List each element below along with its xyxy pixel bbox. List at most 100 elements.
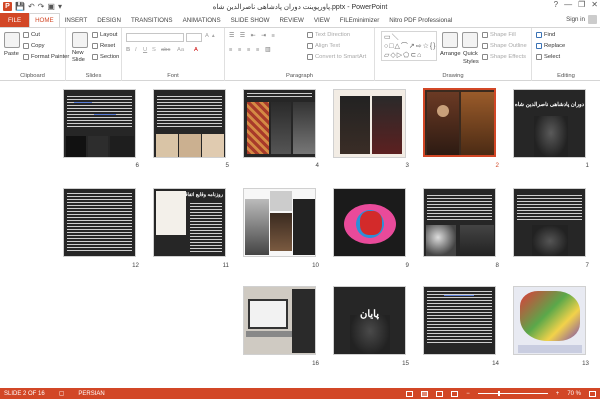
restore-icon[interactable]: ❐ (578, 0, 585, 9)
slide-number: 14 (492, 360, 499, 367)
slide-thumbnail[interactable] (513, 188, 586, 257)
zoom-slider-thumb[interactable] (497, 391, 500, 396)
customize-toolbar-icon[interactable]: ▾ (58, 2, 62, 11)
slide-thumbnail[interactable]: دوران پادشاهی ناصرالدین شاه (513, 89, 586, 158)
slide-title-text: پایان (359, 309, 379, 320)
quick-styles-button[interactable]: Quick (463, 51, 478, 57)
slide-number: 3 (405, 162, 409, 169)
photo-image (270, 191, 292, 211)
tab-review[interactable]: REVIEW (274, 13, 308, 27)
zoom-in-button[interactable]: + (556, 391, 560, 397)
new-slide-label-2[interactable]: Slide (72, 57, 85, 63)
start-presentation-icon[interactable]: ▣ (47, 2, 55, 11)
save-icon[interactable]: 💾 (15, 2, 25, 11)
slide-thumbnail[interactable] (243, 89, 316, 158)
font-size-field[interactable] (186, 33, 202, 42)
text-direction-button[interactable]: Text Direction (307, 32, 350, 38)
tab-insert[interactable]: INSERT (60, 13, 93, 27)
fit-slide-icon[interactable] (589, 390, 596, 397)
slide-thumbnail[interactable]: پایان (333, 286, 406, 355)
font-group: A ▲ B I U S abc Aa A Font (122, 28, 225, 81)
language-indicator[interactable]: PERSIAN (78, 391, 104, 397)
tab-slide-show[interactable]: SLIDE SHOW (226, 13, 275, 27)
portrait-image (532, 225, 568, 256)
tab-view[interactable]: VIEW (309, 13, 335, 27)
new-slide-button[interactable]: New (72, 50, 84, 56)
slide-thumbnail[interactable] (63, 89, 136, 158)
photo-image (88, 136, 108, 157)
font-name-field[interactable] (126, 33, 184, 42)
slide-show-view-icon[interactable] (451, 390, 459, 397)
layout-button[interactable]: Layout (92, 32, 117, 38)
format-painter-button[interactable]: Format Painter (23, 54, 69, 60)
minimize-icon[interactable]: — (564, 0, 572, 9)
slide-thumbnail[interactable] (333, 89, 406, 158)
underline-button[interactable]: U (143, 47, 147, 53)
convert-smartart-button[interactable]: Convert to SmartArt (307, 54, 366, 60)
strikethrough-button[interactable]: S (152, 47, 156, 53)
slide-thumbnail[interactable] (153, 89, 226, 158)
copy-button[interactable]: Copy (23, 43, 45, 49)
new-slide-icon[interactable] (72, 32, 88, 48)
tab-animations[interactable]: ANIMATIONS (178, 13, 226, 27)
shape-fill-button[interactable]: Shape Fill (482, 32, 516, 38)
undo-icon[interactable]: ↶ (28, 2, 35, 11)
align-text-button[interactable]: Align Text (307, 43, 340, 49)
tab-design[interactable]: DESIGN (92, 13, 126, 27)
slide-thumbnail-selected[interactable] (423, 88, 496, 157)
zoom-slider[interactable] (477, 391, 548, 396)
font-color-icon[interactable]: A (194, 47, 198, 53)
slide-thumbnail[interactable] (423, 188, 496, 257)
zoom-out-button[interactable]: − (466, 391, 470, 397)
slide-thumbnail[interactable] (513, 286, 586, 355)
ribbon: Paste Cut Copy Format Painter Clipboard … (0, 27, 600, 81)
reading-view-icon[interactable] (436, 390, 444, 397)
editing-group-label: Editing (557, 73, 575, 79)
help-icon[interactable]: ? (554, 0, 558, 9)
normal-view-icon[interactable] (406, 390, 414, 397)
shape-effects-button[interactable]: Shape Effects (482, 54, 526, 60)
shapes-gallery[interactable]: ▭＼○□△⌒↗⇨☆{}▱◇▷⬠⊂⌂ (381, 31, 437, 61)
align-icons[interactable]: ≡ ≡ ≡ ≡ ▥ (229, 47, 272, 53)
arrange-button[interactable]: Arrange (440, 51, 461, 57)
align-text-icon (307, 43, 313, 49)
cut-button[interactable]: Cut (23, 32, 40, 38)
paste-icon[interactable] (4, 32, 20, 48)
sign-in-link[interactable]: Sign in (566, 16, 585, 23)
tab-transitions[interactable]: TRANSITIONS (126, 13, 178, 27)
list-bullets-icon[interactable]: ☰ ☰ ⇤ ⇥ ≡ (229, 33, 277, 39)
format-painter-label: Format Painter (31, 54, 70, 60)
increase-font-icon[interactable]: A ▲ (205, 33, 216, 39)
slide-thumbnail[interactable] (243, 188, 316, 257)
select-button[interactable]: Select (536, 54, 560, 60)
reset-button[interactable]: Reset (92, 43, 115, 49)
slide-thumbnail[interactable] (63, 188, 136, 257)
slide-thumbnail[interactable] (243, 286, 316, 355)
slide-sorter-view-icon[interactable] (421, 390, 429, 397)
tab-home[interactable]: HOME (29, 13, 60, 27)
paste-button[interactable]: Paste (4, 51, 19, 57)
shape-outline-button[interactable]: Shape Outline (482, 43, 527, 49)
abc-strike-button[interactable]: abc (161, 47, 170, 53)
slide-thumbnail[interactable]: روزنامه وقایع اتفاقیه (153, 188, 226, 257)
quick-styles-icon[interactable] (462, 32, 478, 48)
slide-thumbnail[interactable] (333, 188, 406, 257)
italic-button[interactable]: I (135, 47, 137, 53)
tab-nitro-pdf[interactable]: Nitro PDF Professional (384, 13, 457, 27)
slide-number: 16 (312, 360, 319, 367)
tab-file[interactable]: FILE (0, 13, 30, 27)
zoom-level[interactable]: 70 % (567, 391, 581, 397)
find-button[interactable]: Find (536, 32, 555, 38)
tab-fileminimizer[interactable]: FILEminimizer (335, 13, 385, 27)
quick-styles-label-2[interactable]: Styles (463, 59, 479, 65)
highlight-line (74, 102, 92, 103)
proofing-icon[interactable]: ▢ (59, 390, 65, 397)
slide-thumbnail[interactable] (423, 286, 496, 355)
redo-icon[interactable]: ↷ (38, 2, 45, 11)
arrange-icon[interactable] (442, 32, 458, 48)
replace-button[interactable]: Replace (536, 43, 565, 49)
bold-button[interactable]: B (126, 47, 130, 53)
change-case-button[interactable]: Aa (177, 47, 184, 53)
close-icon[interactable]: ✕ (591, 0, 598, 9)
section-button[interactable]: Section (92, 54, 119, 60)
